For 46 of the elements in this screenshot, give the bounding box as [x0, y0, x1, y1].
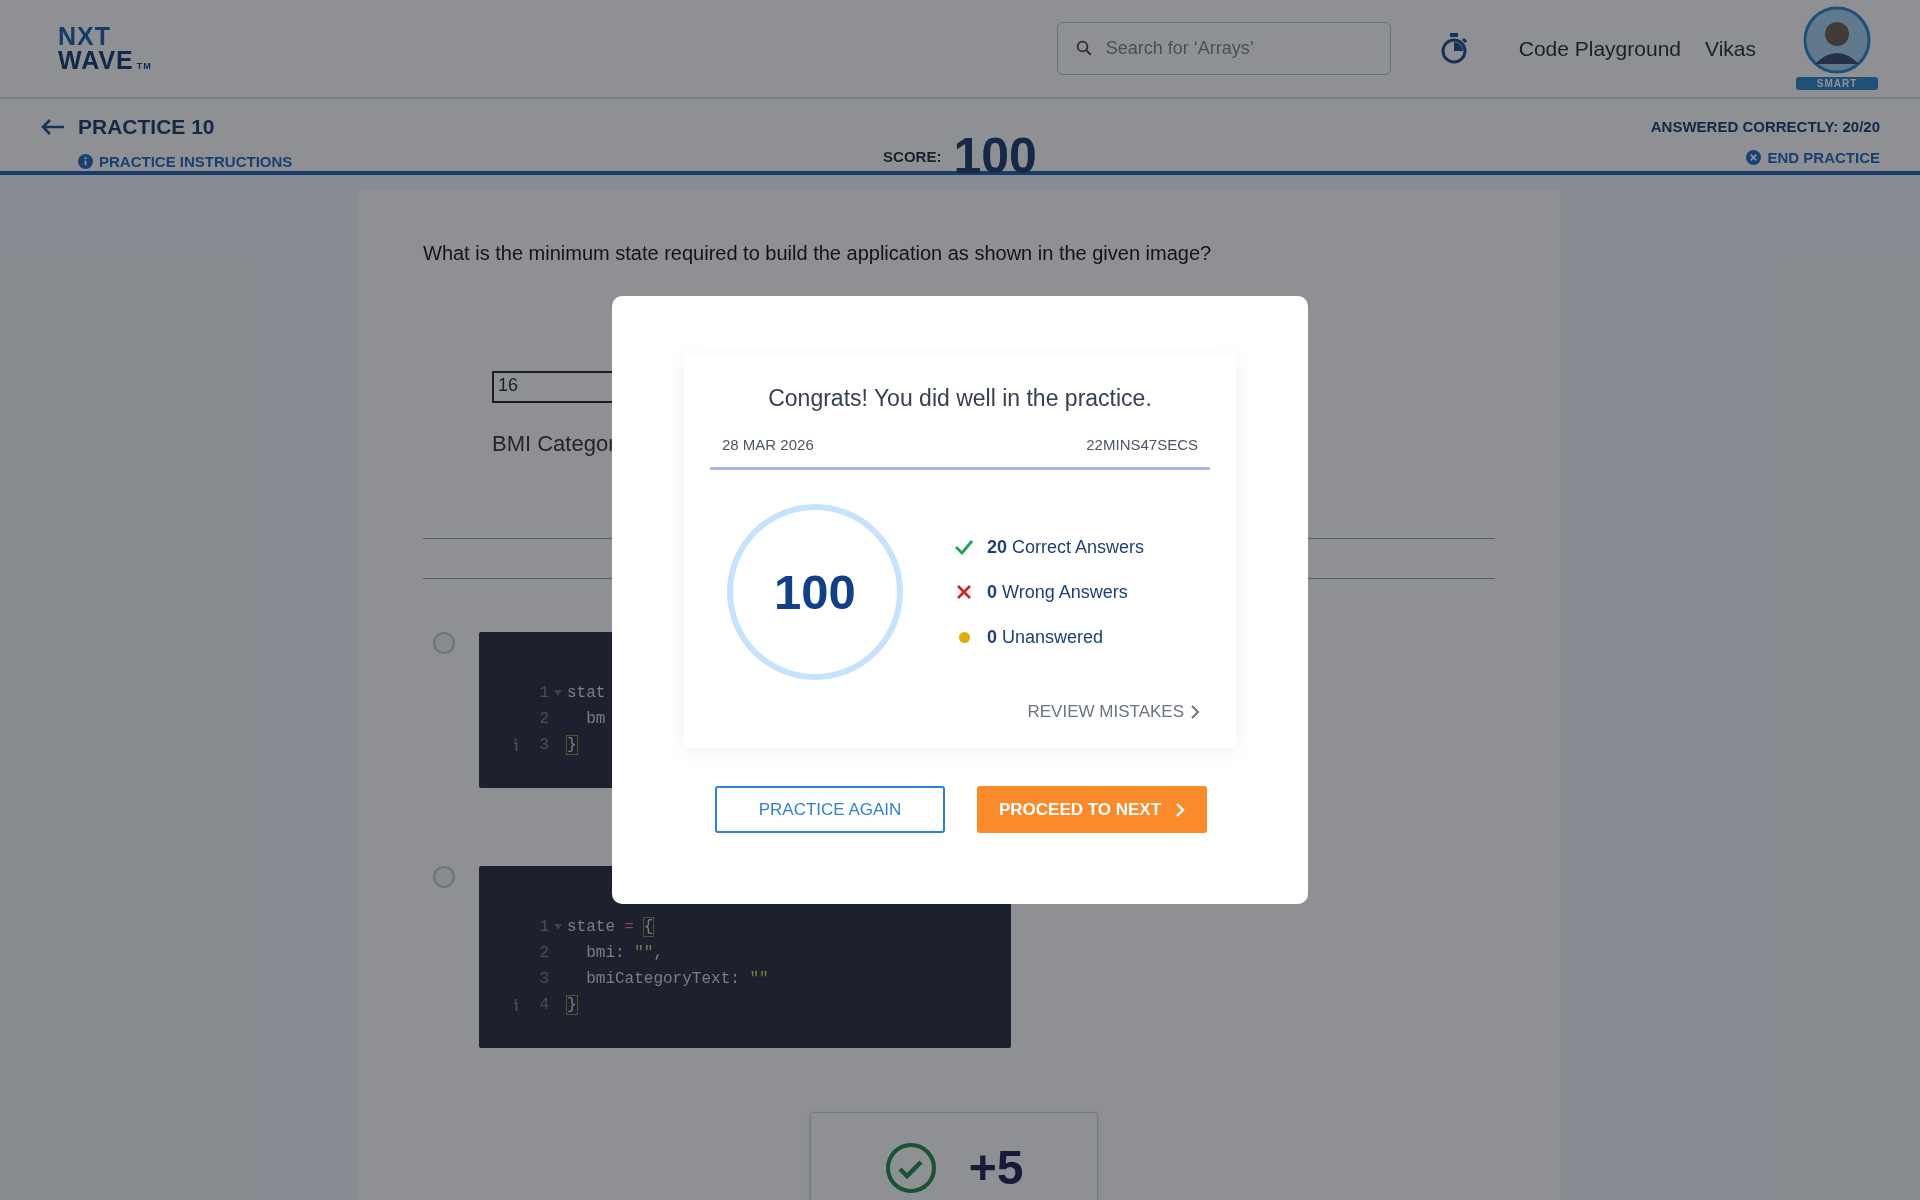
cross-icon	[957, 585, 971, 599]
score-value: 100	[953, 127, 1037, 185]
stat-text: 0 Wrong Answers	[987, 581, 1128, 603]
option-radio[interactable]	[433, 866, 455, 888]
search-field[interactable]: Search for ‘Arrays’	[1056, 22, 1391, 75]
score-total: 100	[774, 564, 856, 620]
info-marker-icon	[513, 739, 518, 751]
chevron-right-icon	[1190, 704, 1200, 720]
code-line: state = {	[567, 918, 654, 936]
nav-link[interactable]: Code Playground	[1518, 36, 1681, 61]
practice-duration: 22MINS47SECS	[1086, 436, 1198, 453]
option-radio[interactable]	[433, 632, 455, 654]
info-marker-icon	[513, 999, 518, 1011]
chevron-right-icon	[1175, 801, 1186, 818]
close-icon	[1746, 150, 1762, 165]
back-arrow-icon[interactable]	[40, 117, 66, 136]
answered-count: ANSWERED CORRECTLY: 20/20	[1650, 118, 1880, 135]
user-name[interactable]: Vikas	[1705, 36, 1756, 61]
code-line: bmiCategoryText: ""	[585, 970, 769, 988]
code-line: }	[567, 736, 577, 754]
code-line: }	[567, 996, 577, 1014]
stat-text: 20 Correct Answers	[987, 536, 1145, 558]
practice-again-button[interactable]: PRACTICE AGAIN	[715, 786, 945, 833]
code-line: stat	[567, 684, 606, 702]
question-text: What is the minimum state required to build the application as shown in the given image?	[423, 241, 1213, 265]
code-line: bmi: "",	[585, 944, 664, 962]
fold-icon[interactable]	[554, 924, 562, 930]
stat-text: 0 Unanswered	[987, 626, 1104, 648]
fold-icon[interactable]	[554, 690, 562, 696]
logo[interactable]: NXT WAVE TM	[58, 24, 152, 73]
score-label: SCORE:	[883, 147, 942, 165]
instructions-link[interactable]: PRACTICE INSTRUCTIONS	[99, 152, 293, 170]
practice-date: 28 MAR 2026	[722, 436, 814, 453]
info-icon	[78, 153, 93, 169]
dot-icon	[958, 631, 970, 643]
check-icon	[954, 539, 974, 555]
practice-title: PRACTICE 10	[78, 114, 215, 139]
proceed-button[interactable]: PROCEED TO NEXT	[977, 786, 1207, 833]
search-icon	[1074, 39, 1093, 57]
avatar-badge: SMART	[1796, 76, 1878, 90]
modal-title: Congrats! You did well in the practice.	[767, 385, 1153, 412]
points-value: +5	[968, 1144, 1024, 1192]
code-line: bm	[585, 710, 606, 728]
review-mistakes-link[interactable]: REVIEW MISTAKES	[1027, 702, 1210, 722]
end-practice-link[interactable]: END PRACTICE	[1767, 149, 1880, 166]
image-label: BMI Categor	[492, 431, 616, 457]
